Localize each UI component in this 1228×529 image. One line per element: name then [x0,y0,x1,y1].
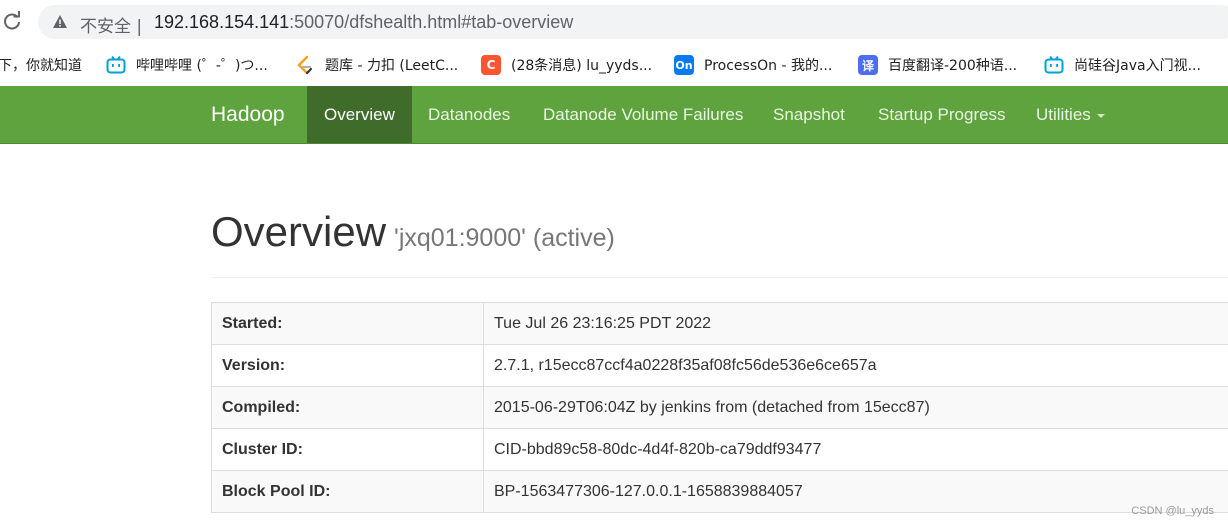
bookmark-label: 哔哩哔哩 (゜-゜)つ... [136,58,268,74]
bookmark-label: 题库 - 力扣 (LeetC... [325,58,459,74]
csdn-icon: C [481,55,501,75]
row-key: Version: [211,344,484,387]
page-header: Overview'jxq01:9000' (active) [211,208,1228,278]
row-value: Tue Jul 26 23:16:25 PDT 2022 [483,302,1228,345]
bookmark-label: ProcessOn - 我的... [704,58,833,74]
table-row: Block Pool ID: BP-1563477306-127.0.0.1-1… [211,470,1228,513]
bookmark-item[interactable]: 题库 - 力扣 (LeetC... [295,54,458,76]
table-row: Version: 2.7.1, r15ecc87ccf4a0228f35af08… [211,344,1228,387]
leetcode-icon [295,55,315,75]
bilibili-icon [106,55,126,75]
row-key: Compiled: [211,386,484,429]
row-value: CID-bbd89c58-80dc-4d4f-820b-ca79ddf93477 [483,428,1228,471]
bookmark-item[interactable]: 译 百度翻译-200种语... [858,54,1017,76]
bookmarks-bar: 下，你就知道 哔哩哔哩 (゜-゜)つ... 题库 - 力扣 (LeetC... … [0,44,1228,84]
tab-overview[interactable]: Overview [307,86,412,143]
processon-icon: On [674,55,694,75]
bookmark-label: 百度翻译-200种语... [888,58,1018,74]
bookmark-item[interactable]: 尚硅谷Java入门视... [1044,54,1201,76]
utilities-label: Utilities [1036,105,1091,124]
bookmark-item[interactable]: 哔哩哔哩 (゜-゜)つ... [106,54,268,76]
insecure-label: 不安全 | [80,17,143,37]
browser-toolbar: 不安全 | 192.168.154.141:50070/dfshealth.ht… [0,0,1228,44]
caret-down-icon [1096,113,1105,118]
row-value: 2.7.1, r15ecc87ccf4a0228f35af08fc56de536… [483,344,1228,387]
row-key: Cluster ID: [211,428,484,471]
brand-link[interactable]: Hadoop [211,103,285,127]
bookmark-item[interactable]: On ProcessOn - 我的... [674,54,832,76]
bookmark-label: 下，你就知道 [0,58,82,74]
table-row: Compiled: 2015-06-29T06:04Z by jenkins f… [211,386,1228,429]
page-title: Overview [211,208,387,255]
row-key: Started: [211,302,484,345]
row-value: 2015-06-29T06:04Z by jenkins from (detac… [483,386,1228,429]
baidu-translate-icon: 译 [858,55,878,75]
reload-icon[interactable] [0,10,24,34]
row-key: Block Pool ID: [211,470,484,513]
tab-utilities[interactable]: Utilities [1019,86,1122,143]
bookmark-item[interactable]: 下，你就知道 [0,54,82,76]
address-bar[interactable]: 不安全 | 192.168.154.141:50070/dfshealth.ht… [38,5,1228,39]
bookmark-label: 尚硅谷Java入门视... [1074,58,1201,74]
hadoop-navbar: Hadoop Overview Datanodes Datanode Volum… [0,86,1228,144]
row-value: BP-1563477306-127.0.0.1-1658839884057 [483,470,1228,513]
bookmark-label: (28条消息) lu_yyds... [511,58,653,74]
watermark: CSDN @lu_yyds [1131,505,1214,517]
url-text[interactable]: 192.168.154.141:50070/dfshealth.html#tab… [154,12,573,33]
tab-snapshot[interactable]: Snapshot [756,86,862,143]
warning-icon[interactable] [52,14,68,30]
table-row: Cluster ID: CID-bbd89c58-80dc-4d4f-820b-… [211,428,1228,471]
bookmark-item[interactable]: C (28条消息) lu_yyds... [481,54,652,76]
namenode-status: 'jxq01:9000' (active) [394,224,615,252]
tab-datanode-volume-failures[interactable]: Datanode Volume Failures [526,86,760,143]
table-row: Started: Tue Jul 26 23:16:25 PDT 2022 [211,302,1228,345]
tab-startup-progress[interactable]: Startup Progress [861,86,1023,143]
tab-datanodes[interactable]: Datanodes [411,86,527,143]
overview-table: Started: Tue Jul 26 23:16:25 PDT 2022 Ve… [211,302,1228,513]
bilibili-icon [1044,55,1064,75]
